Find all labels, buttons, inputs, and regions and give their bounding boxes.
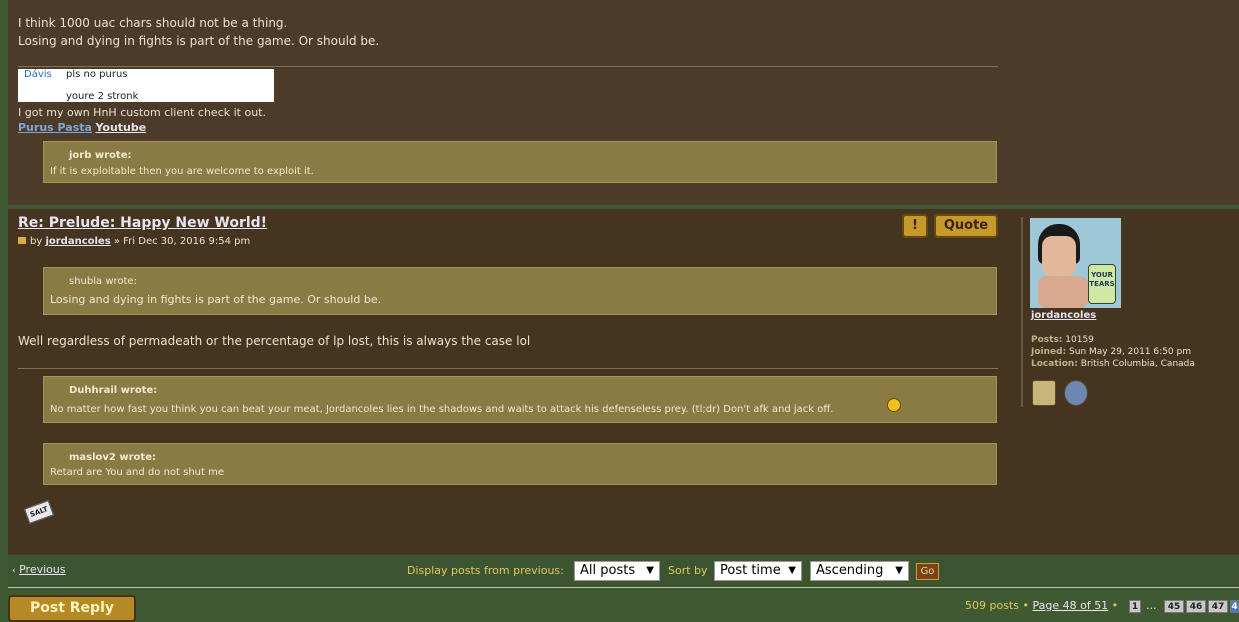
joined-label: Joined: xyxy=(1031,347,1067,357)
signature-divider xyxy=(18,66,998,67)
posts-label: Posts: xyxy=(1031,335,1063,345)
post-1: I think 1000 uac chars should not be a t… xyxy=(8,0,1239,205)
chat-line: youre 2 stronk xyxy=(66,91,139,102)
post-body-line: I think 1000 uac chars should not be a t… xyxy=(18,16,288,30)
sort-by-value: Post time xyxy=(720,563,781,578)
quote-author: Duhhrail wrote: xyxy=(69,385,158,396)
post-count: 509 posts xyxy=(965,599,1019,612)
quote-author: maslov2 wrote: xyxy=(69,452,156,463)
page-link-47[interactable]: 47 xyxy=(1208,600,1228,613)
post-2: Re: Prelude: Happy New World! by jordanc… xyxy=(8,209,1239,555)
avatar-caption: TEARS xyxy=(1089,280,1115,288)
display-posts-value: All posts xyxy=(580,563,636,578)
avatar-cup: YOUR TEARS xyxy=(1088,264,1116,304)
previous-nav: ‹ Previous xyxy=(12,563,66,576)
chevron-left-icon: ‹ xyxy=(12,566,16,576)
youtube-link[interactable]: Youtube xyxy=(95,121,146,134)
by-label: by xyxy=(30,236,43,247)
signature-divider xyxy=(18,368,998,369)
footer-divider xyxy=(8,587,1239,588)
chat-name: Dávis xyxy=(24,69,52,80)
joined-value: Sun May 29, 2011 6:50 pm xyxy=(1069,347,1191,357)
signature-text: I got my own HnH custom client check it … xyxy=(18,106,266,119)
avatar: YOUR TEARS xyxy=(1030,218,1121,308)
author-link[interactable]: jordancoles xyxy=(45,236,110,247)
chevron-down-icon: ▼ xyxy=(895,565,903,576)
profile-username-link[interactable]: jordancoles xyxy=(1031,310,1096,321)
quote-box: maslov2 wrote: Retard are You and do not… xyxy=(43,443,997,485)
avatar-face xyxy=(1042,236,1076,276)
quote-box: shubla wrote: Losing and dying in fights… xyxy=(43,267,997,315)
laughing-smiley-icon xyxy=(887,398,901,412)
display-posts-label: Display posts from previous: xyxy=(407,564,564,577)
chevron-down-icon: ▼ xyxy=(646,565,654,576)
profile-divider xyxy=(1021,217,1023,407)
purus-pasta-link[interactable]: Purus Pasta xyxy=(18,121,92,134)
location-label: Location: xyxy=(1031,359,1078,369)
posts-value: 10159 xyxy=(1065,335,1094,345)
profile-scroll-icon[interactable] xyxy=(1032,380,1056,406)
post-body: Well regardless of permadeath or the per… xyxy=(18,334,531,348)
display-posts-select[interactable]: All posts ▼ xyxy=(574,561,660,581)
previous-link[interactable]: Previous xyxy=(19,563,66,576)
salt-label: SALT xyxy=(24,500,54,524)
profile-details: Posts: 10159 Joined: Sun May 29, 2011 6:… xyxy=(1031,334,1195,370)
sort-order-select[interactable]: Ascending ▼ xyxy=(810,561,909,581)
post-reply-button[interactable]: Post Reply xyxy=(8,595,136,622)
post-meta: by jordancoles » Fri Dec 30, 2016 9:54 p… xyxy=(18,236,250,247)
page-link-1[interactable]: 1 xyxy=(1129,600,1141,613)
salt-shaker-icon: SALT xyxy=(20,500,54,528)
quote-box: jorb wrote: If it is exploitable then yo… xyxy=(43,141,997,183)
quote-text: If it is exploitable then you are welcom… xyxy=(50,166,314,177)
quote-author: jorb wrote: xyxy=(69,150,132,161)
page-ellipsis: ... xyxy=(1146,599,1157,612)
quote-box: Duhhrail wrote: No matter how fast you t… xyxy=(43,376,997,423)
post-title-link[interactable]: Re: Prelude: Happy New World! xyxy=(18,215,267,231)
website-globe-icon[interactable] xyxy=(1064,380,1088,406)
post-body-line: Losing and dying in fights is part of th… xyxy=(18,34,380,48)
page-link-46[interactable]: 46 xyxy=(1186,600,1206,613)
signature-chat-image: Dávis pls no purus youre 2 stronk xyxy=(18,69,274,102)
sort-order-value: Ascending xyxy=(816,563,884,578)
report-icon: ! xyxy=(912,218,918,233)
sort-by-select[interactable]: Post time ▼ xyxy=(714,561,802,581)
page-link-45[interactable]: 45 xyxy=(1164,600,1184,613)
avatar-body xyxy=(1038,276,1088,308)
quote-text: No matter how fast you think you can bea… xyxy=(50,404,834,415)
post-date: » Fri Dec 30, 2016 9:54 pm xyxy=(113,236,251,247)
report-button[interactable]: ! xyxy=(902,214,928,238)
chat-line: pls no purus xyxy=(66,69,128,80)
quote-button[interactable]: Quote xyxy=(934,214,998,238)
page-info-link[interactable]: Page 48 of 51 xyxy=(1032,599,1108,612)
chevron-down-icon: ▼ xyxy=(788,565,796,576)
sort-by-label: Sort by xyxy=(668,564,708,577)
location-value: British Columbia, Canada xyxy=(1080,359,1195,369)
go-button[interactable]: Go xyxy=(916,563,939,580)
quote-author: shubla wrote: xyxy=(69,276,137,287)
avatar-caption: YOUR xyxy=(1091,271,1113,279)
page-current-48: 4 xyxy=(1230,600,1239,613)
quote-text: Losing and dying in fights is part of th… xyxy=(50,293,382,306)
pagination-info: 509 posts • Page 48 of 51 • xyxy=(965,599,1119,612)
post-icon xyxy=(18,237,26,244)
quote-text: Retard are You and do not shut me xyxy=(50,467,224,478)
